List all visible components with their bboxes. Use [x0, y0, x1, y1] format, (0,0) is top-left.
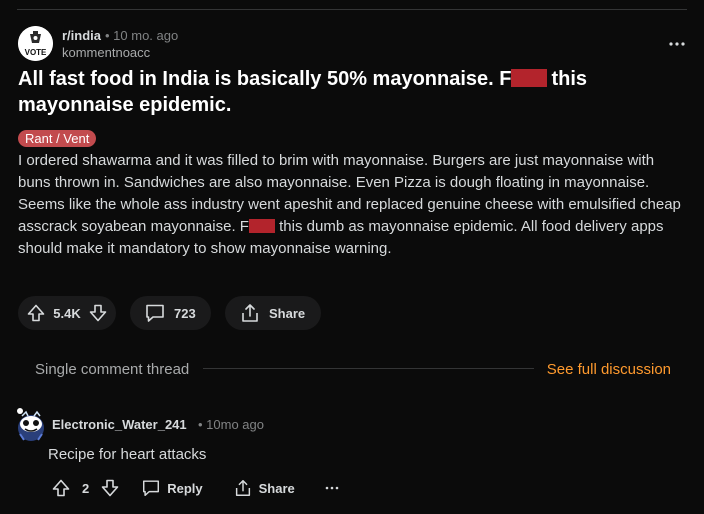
thread-divider: [203, 368, 534, 369]
vote-logo-icon: VOTE: [18, 26, 53, 61]
comment-downvote-button[interactable]: [99, 478, 121, 498]
thread-bar: Single comment thread See full discussio…: [35, 358, 671, 380]
comment-bubble-icon: [146, 304, 164, 322]
post-author[interactable]: kommentnoacc: [62, 45, 150, 60]
redaction-block: [511, 68, 548, 87]
reply-button[interactable]: Reply: [141, 478, 203, 498]
commenter-username[interactable]: Electronic_Water_241: [52, 417, 187, 432]
comment-text: Recipe for heart attacks: [48, 446, 207, 463]
commenter-avatar[interactable]: [14, 406, 48, 442]
share-label: Share: [269, 305, 306, 321]
upvote-arrow-icon: [27, 304, 45, 322]
more-options-button[interactable]: [666, 34, 688, 54]
share-icon: [242, 304, 258, 322]
more-horizontal-icon: [669, 42, 685, 46]
comment-share-button[interactable]: Share: [233, 478, 295, 498]
vote-control: 5.4K: [18, 296, 116, 330]
thread-label: Single comment thread: [35, 361, 190, 378]
post-time: • 10 mo. ago: [105, 28, 179, 43]
reply-label: Reply: [167, 480, 203, 496]
share-icon: [235, 480, 250, 496]
snoo-avatar-icon: [17, 408, 44, 441]
comment-share-label: Share: [258, 480, 295, 496]
top-divider: [17, 9, 687, 10]
vote-count: 5.4K: [53, 305, 81, 321]
comment-count: 723: [174, 305, 196, 321]
post-header: VOTE r/india • 10 mo. ago kommentnoacc: [18, 26, 688, 62]
svg-text:VOTE: VOTE: [25, 48, 47, 57]
comment-time: • 10mo ago: [198, 417, 264, 432]
share-button[interactable]: Share: [225, 296, 321, 330]
subreddit-name[interactable]: r/india: [62, 28, 101, 43]
post-title-part1: All fast food in India is basically 50% …: [18, 68, 512, 90]
comment: Electronic_Water_241 • 10mo ago Recipe f…: [14, 402, 694, 512]
downvote-arrow-icon: [101, 479, 119, 497]
comment-upvote-button[interactable]: [50, 478, 72, 498]
post-action-row: 5.4K 723 Share: [18, 296, 321, 330]
comment-vote-count: 2: [82, 480, 90, 496]
redaction-block: [248, 218, 275, 233]
post-title[interactable]: All fast food in India is basically 50% …: [18, 66, 688, 118]
comments-button[interactable]: 723: [130, 296, 211, 330]
comment-more-button[interactable]: [325, 486, 339, 490]
comment-actions: 2 Reply Share: [50, 476, 339, 500]
upvote-button[interactable]: [26, 303, 46, 323]
post-body: I ordered shawarma and it was filled to …: [18, 150, 690, 260]
comment-bubble-icon: [143, 480, 160, 496]
post-flair[interactable]: Rant / Vent: [18, 130, 97, 147]
more-horizontal-icon: [325, 486, 339, 490]
downvote-button[interactable]: [88, 303, 108, 323]
upvote-arrow-icon: [52, 479, 70, 497]
see-full-discussion-link[interactable]: See full discussion: [547, 361, 671, 378]
subreddit-avatar[interactable]: VOTE: [18, 26, 53, 61]
downvote-arrow-icon: [89, 304, 107, 322]
